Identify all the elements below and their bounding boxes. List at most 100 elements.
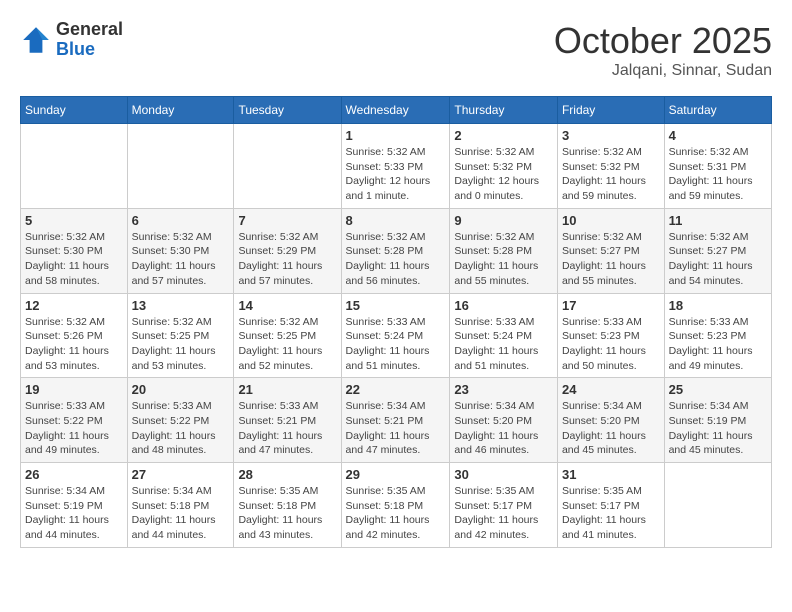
logo: General Blue (20, 20, 123, 60)
calendar-cell: 27 Sunrise: 5:34 AM Sunset: 5:18 PM Dayli… (127, 463, 234, 548)
day-number: 3 (562, 128, 660, 143)
day-number: 12 (25, 298, 123, 313)
calendar-cell: 18 Sunrise: 5:33 AM Sunset: 5:23 PM Dayli… (664, 293, 771, 378)
calendar-cell: 12 Sunrise: 5:32 AM Sunset: 5:26 PM Dayli… (21, 293, 128, 378)
month-title: October 2025 (554, 20, 772, 62)
day-info: Sunrise: 5:32 AM Sunset: 5:32 PM Dayligh… (454, 145, 553, 204)
calendar-cell: 19 Sunrise: 5:33 AM Sunset: 5:22 PM Dayli… (21, 378, 128, 463)
day-number: 2 (454, 128, 553, 143)
day-number: 31 (562, 467, 660, 482)
calendar-cell: 26Sunrise: 5:34 AM Sunset: 5:19 PM Dayli… (21, 463, 128, 548)
day-number: 24 (562, 382, 660, 397)
title-block: October 2025 Jalqani, Sinnar, Sudan (554, 20, 772, 80)
day-number: 7 (238, 213, 336, 228)
day-info: Sunrise: 5:35 AM Sunset: 5:18 PM Dayligh… (346, 484, 446, 543)
weekday-header: Saturday (664, 97, 771, 124)
day-info: Sunrise: 5:32 AM Sunset: 5:31 PM Dayligh… (669, 145, 767, 204)
day-info: Sunrise: 5:32 AM Sunset: 5:33 PM Dayligh… (346, 145, 446, 204)
day-info: Sunrise: 5:33 AM Sunset: 5:24 PM Dayligh… (454, 315, 553, 374)
day-info: Sunrise: 5:32 AM Sunset: 5:30 PM Dayligh… (25, 230, 123, 289)
day-info: Sunrise: 5:35 AM Sunset: 5:18 PM Dayligh… (238, 484, 336, 543)
day-number: 20 (132, 382, 230, 397)
day-info: Sunrise: 5:34 AM Sunset: 5:20 PM Dayligh… (562, 399, 660, 458)
day-number: 14 (238, 298, 336, 313)
calendar-cell: 17Sunrise: 5:33 AM Sunset: 5:23 PM Dayli… (557, 293, 664, 378)
calendar-cell: 1 Sunrise: 5:32 AM Sunset: 5:33 PM Daylig… (341, 124, 450, 209)
weekday-header: Sunday (21, 97, 128, 124)
day-number: 29 (346, 467, 446, 482)
calendar-cell: 16Sunrise: 5:33 AM Sunset: 5:24 PM Dayli… (450, 293, 558, 378)
day-info: Sunrise: 5:32 AM Sunset: 5:27 PM Dayligh… (669, 230, 767, 289)
day-number: 5 (25, 213, 123, 228)
day-info: Sunrise: 5:33 AM Sunset: 5:24 PM Dayligh… (346, 315, 446, 374)
calendar-cell: 25 Sunrise: 5:34 AM Sunset: 5:19 PM Dayli… (664, 378, 771, 463)
calendar-cell (664, 463, 771, 548)
weekday-header: Thursday (450, 97, 558, 124)
calendar-cell: 24 Sunrise: 5:34 AM Sunset: 5:20 PM Dayli… (557, 378, 664, 463)
day-info: Sunrise: 5:33 AM Sunset: 5:23 PM Dayligh… (669, 315, 767, 374)
calendar-cell: 14 Sunrise: 5:32 AM Sunset: 5:25 PM Dayli… (234, 293, 341, 378)
day-info: Sunrise: 5:32 AM Sunset: 5:27 PM Dayligh… (562, 230, 660, 289)
day-info: Sunrise: 5:34 AM Sunset: 5:19 PM Dayligh… (669, 399, 767, 458)
calendar-week-row: 5 Sunrise: 5:32 AM Sunset: 5:30 PM Daylig… (21, 208, 772, 293)
day-info: Sunrise: 5:35 AM Sunset: 5:17 PM Dayligh… (454, 484, 553, 543)
day-number: 1 (346, 128, 446, 143)
day-number: 28 (238, 467, 336, 482)
calendar-cell: 2 Sunrise: 5:32 AM Sunset: 5:32 PM Daylig… (450, 124, 558, 209)
day-info: Sunrise: 5:32 AM Sunset: 5:26 PM Dayligh… (25, 315, 123, 374)
calendar-cell (21, 124, 128, 209)
calendar-week-row: 19 Sunrise: 5:33 AM Sunset: 5:22 PM Dayli… (21, 378, 772, 463)
day-info: Sunrise: 5:34 AM Sunset: 5:21 PM Dayligh… (346, 399, 446, 458)
calendar-cell: 29 Sunrise: 5:35 AM Sunset: 5:18 PM Dayli… (341, 463, 450, 548)
day-info: Sunrise: 5:33 AM Sunset: 5:22 PM Dayligh… (25, 399, 123, 458)
day-number: 4 (669, 128, 767, 143)
calendar-week-row: 1 Sunrise: 5:32 AM Sunset: 5:33 PM Daylig… (21, 124, 772, 209)
day-info: Sunrise: 5:32 AM Sunset: 5:30 PM Dayligh… (132, 230, 230, 289)
day-number: 6 (132, 213, 230, 228)
calendar-cell: 10 Sunrise: 5:32 AM Sunset: 5:27 PM Dayli… (557, 208, 664, 293)
day-info: Sunrise: 5:33 AM Sunset: 5:22 PM Dayligh… (132, 399, 230, 458)
calendar-body: 1 Sunrise: 5:32 AM Sunset: 5:33 PM Daylig… (21, 124, 772, 548)
day-number: 22 (346, 382, 446, 397)
calendar-week-row: 26Sunrise: 5:34 AM Sunset: 5:19 PM Dayli… (21, 463, 772, 548)
calendar-week-row: 12 Sunrise: 5:32 AM Sunset: 5:26 PM Dayli… (21, 293, 772, 378)
calendar-cell: 6 Sunrise: 5:32 AM Sunset: 5:30 PM Daylig… (127, 208, 234, 293)
day-info: Sunrise: 5:33 AM Sunset: 5:21 PM Dayligh… (238, 399, 336, 458)
day-info: Sunrise: 5:32 AM Sunset: 5:25 PM Dayligh… (238, 315, 336, 374)
calendar-cell: 9Sunrise: 5:32 AM Sunset: 5:28 PM Daylig… (450, 208, 558, 293)
weekday-row: SundayMondayTuesdayWednesdayThursdayFrid… (21, 97, 772, 124)
day-info: Sunrise: 5:34 AM Sunset: 5:18 PM Dayligh… (132, 484, 230, 543)
location: Jalqani, Sinnar, Sudan (554, 62, 772, 80)
day-info: Sunrise: 5:32 AM Sunset: 5:32 PM Dayligh… (562, 145, 660, 204)
logo-icon (20, 24, 52, 56)
calendar-cell: 5 Sunrise: 5:32 AM Sunset: 5:30 PM Daylig… (21, 208, 128, 293)
day-number: 27 (132, 467, 230, 482)
calendar-cell: 21 Sunrise: 5:33 AM Sunset: 5:21 PM Dayli… (234, 378, 341, 463)
day-number: 30 (454, 467, 553, 482)
day-info: Sunrise: 5:34 AM Sunset: 5:20 PM Dayligh… (454, 399, 553, 458)
day-number: 23 (454, 382, 553, 397)
day-number: 21 (238, 382, 336, 397)
calendar-cell: 28 Sunrise: 5:35 AM Sunset: 5:18 PM Dayli… (234, 463, 341, 548)
weekday-header: Friday (557, 97, 664, 124)
page-header: General Blue October 2025 Jalqani, Sinna… (20, 20, 772, 80)
day-number: 19 (25, 382, 123, 397)
day-number: 13 (132, 298, 230, 313)
calendar-cell: 23 Sunrise: 5:34 AM Sunset: 5:20 PM Dayli… (450, 378, 558, 463)
calendar-cell: 11 Sunrise: 5:32 AM Sunset: 5:27 PM Dayli… (664, 208, 771, 293)
day-number: 10 (562, 213, 660, 228)
calendar-cell (127, 124, 234, 209)
calendar-cell: 3 Sunrise: 5:32 AM Sunset: 5:32 PM Daylig… (557, 124, 664, 209)
logo-text: General Blue (56, 20, 123, 60)
day-number: 18 (669, 298, 767, 313)
calendar-header: SundayMondayTuesdayWednesdayThursdayFrid… (21, 97, 772, 124)
day-info: Sunrise: 5:35 AM Sunset: 5:17 PM Dayligh… (562, 484, 660, 543)
day-number: 25 (669, 382, 767, 397)
calendar-cell: 15Sunrise: 5:33 AM Sunset: 5:24 PM Dayli… (341, 293, 450, 378)
day-info: Sunrise: 5:33 AM Sunset: 5:23 PM Dayligh… (562, 315, 660, 374)
weekday-header: Wednesday (341, 97, 450, 124)
day-info: Sunrise: 5:32 AM Sunset: 5:28 PM Dayligh… (346, 230, 446, 289)
day-number: 11 (669, 213, 767, 228)
calendar-cell: 30 Sunrise: 5:35 AM Sunset: 5:17 PM Dayli… (450, 463, 558, 548)
day-info: Sunrise: 5:34 AM Sunset: 5:19 PM Dayligh… (25, 484, 123, 543)
